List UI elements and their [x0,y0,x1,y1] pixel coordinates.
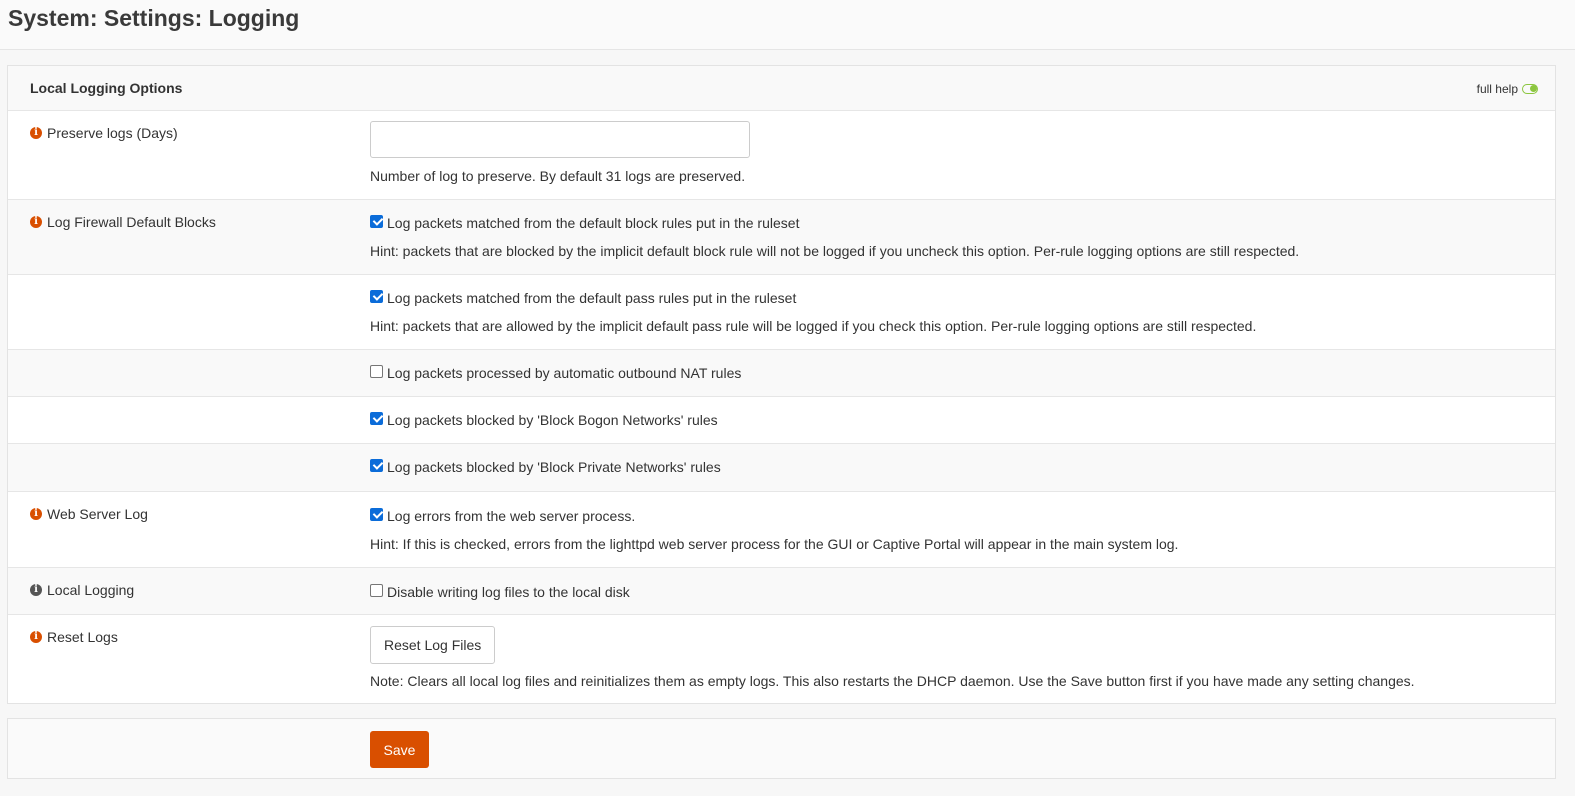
default-block-checkbox-row[interactable]: Log packets matched from the default blo… [370,214,800,231]
reset-logs-text: Reset Logs [47,629,118,645]
default-pass-checkbox-label: Log packets matched from the default pas… [387,290,797,306]
section-title: Local Logging Options [30,80,183,96]
page-header: System: Settings: Logging [0,0,1575,50]
firewall-default-blocks-label: i Log Firewall Default Blocks [30,214,216,230]
local-logging-checkbox-row[interactable]: Disable writing log files to the local d… [370,583,630,600]
bogon-checkbox[interactable] [370,411,383,425]
outbound-nat-checkbox-label: Log packets processed by automatic outbo… [387,365,742,381]
local-logging-checkbox[interactable] [370,583,383,597]
row-preserve-logs: i Preserve logs (Days) Number of log to … [8,111,1555,200]
firewall-default-blocks-text: Log Firewall Default Blocks [47,214,216,230]
save-panel: Save [7,718,1556,779]
full-help-toggle[interactable]: full help [1477,82,1538,96]
row-reset-logs: i Reset Logs Reset Log Files Note: Clear… [8,615,1555,703]
preserve-logs-hint: Number of log to preserve. By default 31… [370,168,746,184]
local-logging-text: Local Logging [47,582,135,598]
save-button[interactable]: Save [370,731,429,768]
info-circle-icon[interactable]: i [30,631,42,643]
row-firewall-default-block: i Log Firewall Default Blocks Log packet… [8,200,1555,275]
full-help-label: full help [1476,82,1518,96]
web-server-log-text: Web Server Log [47,506,148,522]
default-block-hint: Hint: packets that are blocked by the im… [370,243,1300,259]
private-networks-checkbox[interactable] [370,458,383,472]
row-private-networks: Log packets blocked by 'Block Private Ne… [8,444,1555,492]
row-web-server-log: i Web Server Log Log errors from the web… [8,492,1555,568]
local-logging-options-panel: Local Logging Options full help i Preser… [7,65,1556,704]
page-title: System: Settings: Logging [8,5,300,31]
section-header: Local Logging Options full help [8,66,1555,111]
info-circle-icon[interactable]: i [30,508,42,520]
web-server-checkbox-label: Log errors from the web server process. [387,508,636,524]
row-firewall-default-pass: Log packets matched from the default pas… [8,275,1555,350]
preserve-logs-text: Preserve logs (Days) [47,125,178,141]
web-server-hint: Hint: If this is checked, errors from th… [370,536,1179,552]
reset-logs-label: i Reset Logs [30,629,118,645]
web-server-checkbox-row[interactable]: Log errors from the web server process. [370,507,636,524]
default-pass-checkbox-row[interactable]: Log packets matched from the default pas… [370,289,797,306]
row-local-logging: i Local Logging Disable writing log file… [8,568,1555,615]
reset-log-files-button[interactable]: Reset Log Files [370,626,496,664]
info-circle-icon[interactable]: i [30,216,42,228]
web-server-checkbox[interactable] [370,507,383,521]
outbound-nat-checkbox-row[interactable]: Log packets processed by automatic outbo… [370,364,742,381]
default-block-checkbox-label: Log packets matched from the default blo… [387,215,800,231]
outbound-nat-checkbox[interactable] [370,364,383,378]
web-server-log-label: i Web Server Log [30,506,148,522]
bogon-checkbox-row[interactable]: Log packets blocked by 'Block Bogon Netw… [370,411,718,428]
info-circle-icon[interactable]: i [30,127,42,139]
toggle-on-icon[interactable] [1522,84,1538,94]
private-networks-checkbox-label: Log packets blocked by 'Block Private Ne… [387,459,721,475]
private-networks-checkbox-row[interactable]: Log packets blocked by 'Block Private Ne… [370,458,721,475]
bogon-checkbox-label: Log packets blocked by 'Block Bogon Netw… [387,412,718,428]
default-pass-hint: Hint: packets that are allowed by the im… [370,318,1257,334]
reset-logs-note: Note: Clears all local log files and rei… [370,673,1415,689]
default-pass-checkbox[interactable] [370,289,383,303]
preserve-logs-input[interactable] [370,121,750,158]
local-logging-label: i Local Logging [30,582,134,598]
default-block-checkbox[interactable] [370,214,383,228]
preserve-logs-label: i Preserve logs (Days) [30,125,178,141]
info-circle-icon[interactable]: i [30,584,42,596]
row-bogon: Log packets blocked by 'Block Bogon Netw… [8,397,1555,444]
row-outbound-nat: Log packets processed by automatic outbo… [8,350,1555,397]
local-logging-checkbox-label: Disable writing log files to the local d… [387,584,630,600]
